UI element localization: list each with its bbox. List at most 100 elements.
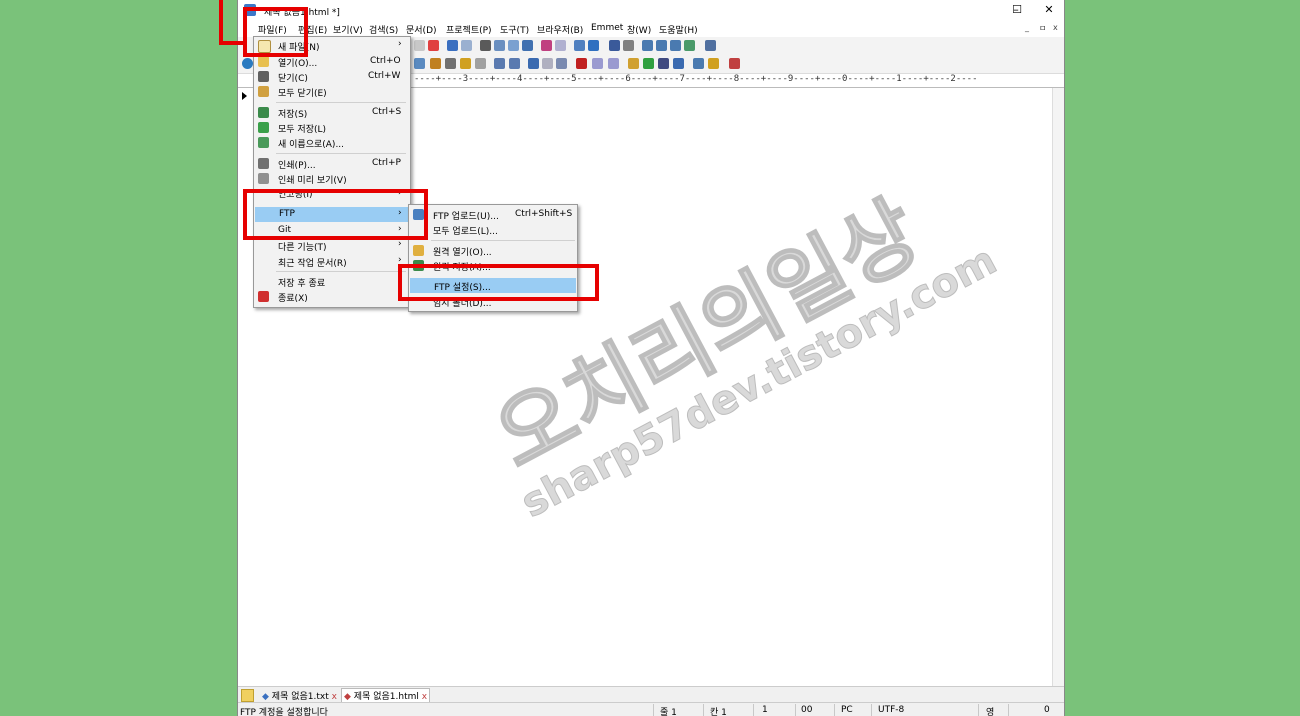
print-icon [258, 158, 269, 169]
menu-item-upload-all[interactable]: 모두 업로드(L)... [409, 222, 577, 237]
menu-project[interactable]: 프로젝트(P) [446, 23, 492, 36]
frame-icon[interactable] [693, 58, 704, 69]
exit-icon [258, 291, 269, 302]
window-icon[interactable] [708, 58, 719, 69]
menu-window[interactable]: 창(W) [627, 23, 651, 36]
menu-item-ftp-upload[interactable]: FTP 업로드(U)... Ctrl+Shift+S [409, 207, 577, 222]
div-icon[interactable] [592, 58, 603, 69]
pre-icon[interactable] [542, 58, 553, 69]
delete-icon[interactable] [428, 40, 439, 51]
tab-untitled-txt[interactable]: ◆ 제목 없음1.txt x [260, 689, 339, 702]
image-icon[interactable] [414, 58, 425, 69]
anchor-icon[interactable] [430, 58, 441, 69]
menu-item-save-and-exit[interactable]: 저장 후 종료 [254, 274, 410, 289]
mdi-minimize-button[interactable]: _ [1025, 23, 1029, 32]
mdi-restore-button[interactable]: ㅁ [1039, 23, 1046, 34]
tab-close-icon[interactable]: x [332, 692, 337, 702]
table-icon[interactable] [494, 58, 505, 69]
columns-icon[interactable] [609, 40, 620, 51]
menu-browser[interactable]: 브라우저(B) [537, 23, 583, 36]
check-icon[interactable] [643, 58, 654, 69]
close-button[interactable]: ✕ [1034, 2, 1064, 18]
status-code: 00 [801, 705, 813, 715]
help-icon[interactable] [705, 40, 716, 51]
music-icon[interactable] [673, 58, 684, 69]
hr-icon[interactable] [445, 58, 456, 69]
open-folder-icon [258, 56, 269, 67]
status-mode: PC [841, 705, 853, 715]
submenu-arrow-icon: › [398, 239, 402, 249]
menu-item-close[interactable]: 닫기(C) Ctrl+W [254, 69, 410, 84]
close-all-icon [258, 86, 269, 97]
folder-icon[interactable] [241, 689, 254, 702]
pencil-icon[interactable] [460, 58, 471, 69]
panel3-icon[interactable] [670, 40, 681, 51]
font-icon[interactable] [541, 40, 552, 51]
menu-item-print-preview[interactable]: 인쇄 미리 보기(V) [254, 171, 410, 186]
close-file-icon [258, 71, 269, 82]
hex-icon[interactable] [555, 40, 566, 51]
annotation-box-file-menu [243, 7, 308, 57]
status-line: 줄 1 [660, 708, 677, 716]
form-icon[interactable] [509, 58, 520, 69]
menu-view[interactable]: 보기(V) [333, 23, 363, 36]
status-column: 칸 1 [710, 708, 727, 716]
save-all-icon [258, 122, 269, 133]
menu-bar: 파일(F) 편집(E) 보기(V) 검색(S) 문서(D) 프로젝트(P) 도구… [238, 20, 1064, 37]
menu-item-save-as[interactable]: 새 이름으로(A)... [254, 135, 410, 150]
copy-icon[interactable] [414, 40, 425, 51]
tab-close-icon[interactable]: x [422, 692, 427, 702]
menu-item-save-all[interactable]: 모두 저장(L) [254, 120, 410, 135]
status-count: 0 [1044, 705, 1050, 715]
find-icon[interactable] [480, 40, 491, 51]
menu-search[interactable]: 검색(S) [369, 23, 398, 36]
wrap-icon[interactable] [574, 40, 585, 51]
replace-icon[interactable] [494, 40, 505, 51]
menu-item-recent-documents[interactable]: 최근 작업 문서(R) › [254, 254, 410, 269]
menu-document[interactable]: 문서(D) [406, 23, 437, 36]
redo-icon[interactable] [461, 40, 472, 51]
menu-item-remote-open[interactable]: 원격 열기(O)... [409, 243, 577, 258]
menu-help[interactable]: 도움말(H) [659, 23, 698, 36]
status-ime: 영 [986, 708, 995, 716]
settings-icon[interactable] [623, 40, 634, 51]
save-small-icon[interactable] [658, 58, 669, 69]
tab-untitled-html[interactable]: ◆ 제목 없음1.html x [341, 688, 431, 702]
panel-icon[interactable] [642, 40, 653, 51]
menu-item-print[interactable]: 인쇄(P)... Ctrl+P [254, 156, 410, 171]
print-preview-icon [258, 173, 269, 184]
menu-emmet[interactable]: Emmet [591, 23, 623, 33]
goto-icon[interactable] [522, 40, 533, 51]
span-icon[interactable] [608, 58, 619, 69]
status-number: 1 [762, 705, 768, 715]
maximize-button[interactable]: ☐ [1002, 2, 1032, 18]
doc-icon: ◆ [262, 692, 269, 702]
title-bar[interactable]: 제목 없음1.html *] – [238, 0, 1064, 20]
line-number-icon[interactable] [588, 40, 599, 51]
undo-icon[interactable] [447, 40, 458, 51]
object-icon[interactable] [475, 58, 486, 69]
line-marker-icon [242, 92, 247, 100]
save-as-icon [258, 137, 269, 148]
menu-tools[interactable]: 도구(T) [500, 23, 529, 36]
tab-label: 제목 없음1.html [353, 692, 419, 702]
text-color-icon[interactable] [576, 58, 587, 69]
menu-item-exit[interactable]: 종료(X) [254, 289, 410, 304]
remote-open-icon [413, 245, 424, 256]
menu-item-other-functions[interactable]: 다른 기능(T) › [254, 238, 410, 253]
preview-icon[interactable] [684, 40, 695, 51]
mdi-close-button[interactable]: x [1053, 23, 1058, 32]
menu-item-save[interactable]: 저장(S) Ctrl+S [254, 105, 410, 120]
find-in-files-icon[interactable] [508, 40, 519, 51]
align-icon[interactable] [528, 58, 539, 69]
panel2-icon[interactable] [656, 40, 667, 51]
edit-icon[interactable] [628, 58, 639, 69]
status-bar: FTP 계정을 설정합니다 줄 1 칸 1 1 00 PC UTF-8 영 0 [238, 702, 1064, 716]
vertical-scrollbar[interactable] [1052, 88, 1064, 686]
annotation-box-ftp [243, 189, 428, 240]
menu-item-close-all[interactable]: 모두 닫기(E) [254, 84, 410, 99]
doc-icon: ◆ [344, 692, 351, 702]
color-icon[interactable] [729, 58, 740, 69]
globe-icon[interactable] [242, 58, 253, 69]
list-icon[interactable] [556, 58, 567, 69]
